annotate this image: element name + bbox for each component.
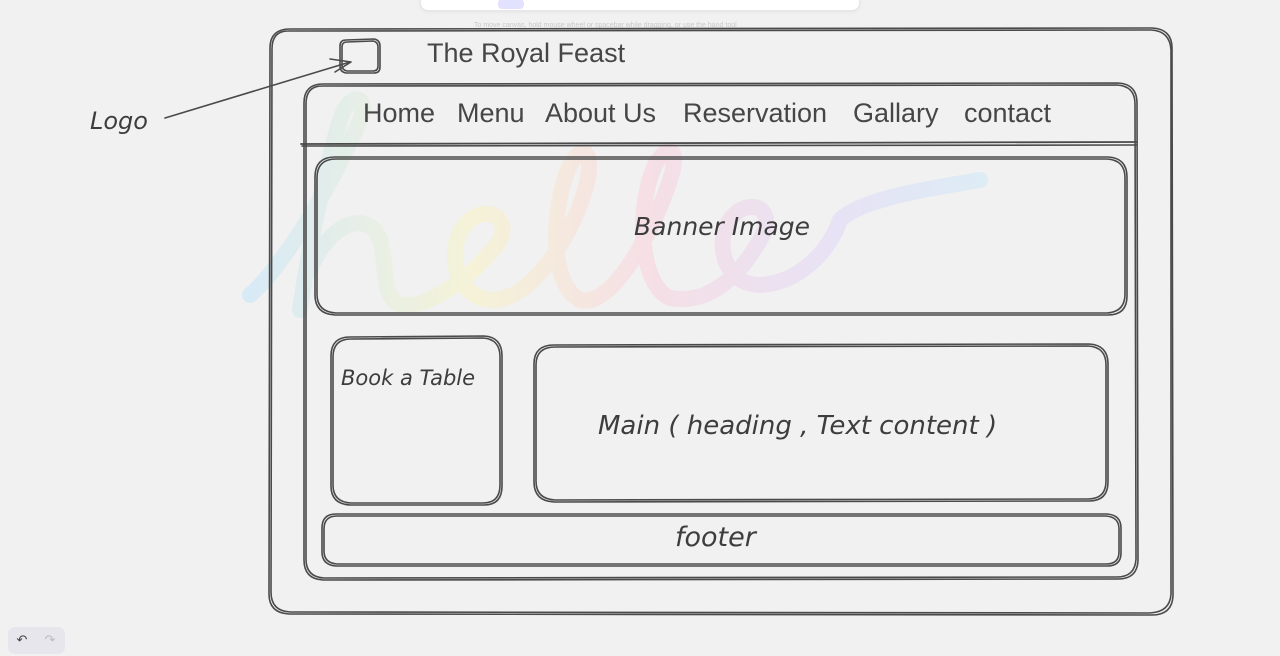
logo-placeholder — [339, 39, 380, 73]
site-title: The Royal Feast — [427, 38, 626, 68]
logo-arrow — [164, 61, 351, 119]
nav-item-menu[interactable]: Menu — [457, 98, 525, 129]
undo-redo-group: ↶ ↷ — [8, 627, 65, 654]
undo-icon[interactable]: ↶ — [8, 627, 36, 654]
footer-label: footer — [675, 522, 756, 553]
book-table-box — [330, 335, 503, 506]
banner-label: Banner Image — [634, 212, 811, 241]
whiteboard-canvas[interactable]: To move canvas, hold mouse wheel or spac… — [0, 0, 1280, 656]
redo-icon[interactable]: ↷ — [36, 627, 64, 654]
main-content-label: Main ( heading , Text content ) — [598, 411, 998, 441]
logo-annotation: Logo — [90, 107, 148, 135]
nav-item-contact[interactable]: contact — [964, 98, 1051, 129]
nav-item-gallary[interactable]: Gallary — [853, 98, 939, 129]
book-table-label: Book a Table — [341, 366, 476, 390]
nav-item-about-us[interactable]: About Us — [545, 98, 656, 129]
nav-item-reservation[interactable]: Reservation — [683, 98, 827, 129]
nav-item-home[interactable]: Home — [363, 98, 435, 129]
